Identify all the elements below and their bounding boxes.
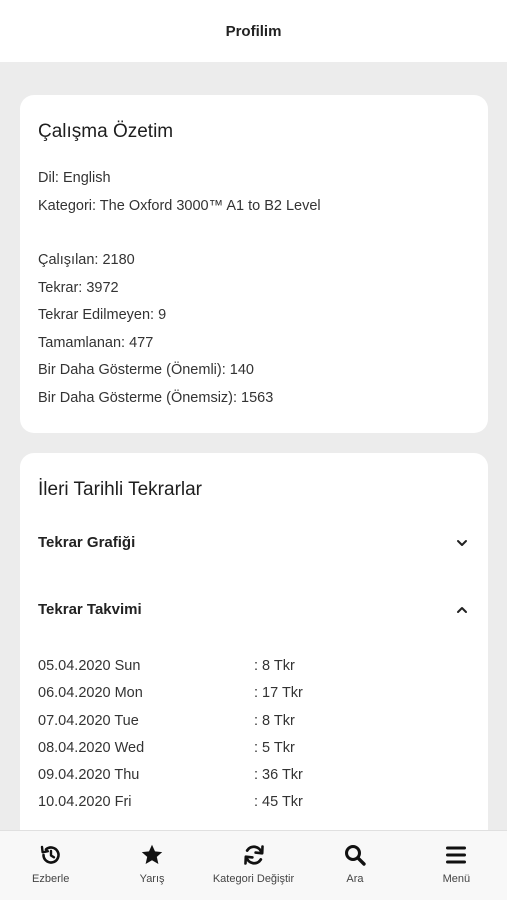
- review-calendar-toggle[interactable]: Tekrar Takvimi: [38, 576, 470, 643]
- tab-search[interactable]: Ara: [304, 831, 405, 900]
- tab-memorize[interactable]: Ezberle: [0, 831, 101, 900]
- search-icon: [344, 845, 366, 866]
- review-graph-toggle[interactable]: Tekrar Grafiği: [38, 509, 470, 576]
- studied-count: Çalışılan: 2180: [38, 252, 135, 268]
- hamburger-menu-icon: [446, 846, 467, 864]
- completed-count: Tamamlanan: 477: [38, 334, 154, 351]
- schedule-row: 10.04.2020 Fri : 45 Tkr: [38, 789, 470, 816]
- schedule-date: 06.04.2020 Mon: [38, 685, 143, 702]
- not-repeated-count: Tekrar Edilmeyen: 9: [38, 307, 167, 323]
- tab-race[interactable]: Yarış: [101, 831, 202, 900]
- language-text: Dil: English: [38, 170, 111, 186]
- schedule-row: 06.04.2020 Mon : 17 Tkr: [38, 680, 470, 707]
- schedule-row: 08.04.2020 Wed : 5 Tkr: [38, 735, 470, 762]
- schedule-count: : 5 Tkr: [254, 739, 295, 756]
- hide-important-count: Bir Daha Gösterme (Önemli): 140: [38, 362, 254, 378]
- schedule-row: 09.04.2020 Thu : 36 Tkr: [38, 762, 470, 789]
- tab-race-label: Yarış: [139, 873, 165, 885]
- history-icon: [40, 845, 60, 864]
- future-reviews-title: İleri Tarihli Tekrarlar: [38, 479, 203, 500]
- schedule-count: : 17 Tkr: [254, 685, 303, 702]
- review-schedule-list: 05.04.2020 Sun : 8 Tkr 06.04.2020 Mon : …: [38, 653, 470, 817]
- future-reviews-card: İleri Tarihli Tekrarlar Tekrar Grafiği T…: [20, 453, 488, 830]
- tab-menu[interactable]: Menü: [406, 831, 507, 900]
- schedule-date: 07.04.2020 Tue: [38, 712, 139, 729]
- review-calendar-label: Tekrar Takvimi: [38, 601, 142, 618]
- tab-change-category-label: Kategori Değiştir: [212, 873, 295, 885]
- schedule-count: : 8 Tkr: [254, 658, 295, 674]
- chevron-up-icon: [457, 606, 467, 613]
- tab-memorize-label: Ezberle: [32, 873, 70, 885]
- study-summary-card: Çalışma Özetim Dil: English Kategori: Th…: [20, 95, 488, 433]
- schedule-row: 05.04.2020 Sun : 8 Tkr: [38, 653, 470, 680]
- star-icon: [141, 844, 163, 864]
- refresh-icon: [243, 845, 264, 865]
- schedule-date: 05.04.2020 Sun: [38, 658, 141, 674]
- repeat-count: Tekrar: 3972: [38, 279, 119, 296]
- chevron-down-icon: [457, 539, 467, 546]
- page-title: Profilim: [225, 22, 282, 40]
- app-header: Profilim: [0, 0, 507, 62]
- summary-title: Çalışma Özetim: [38, 121, 174, 142]
- profile-content[interactable]: Çalışma Özetim Dil: English Kategori: Th…: [0, 62, 507, 830]
- tab-search-label: Ara: [346, 873, 364, 885]
- schedule-count: : 45 Tkr: [254, 794, 303, 811]
- schedule-date: 10.04.2020 Fri: [38, 794, 132, 811]
- bottom-tab-bar: Ezberle Yarış Kategori Değiştir Ara Menü: [0, 830, 507, 900]
- schedule-date: 09.04.2020 Thu: [38, 767, 140, 784]
- tab-change-category[interactable]: Kategori Değiştir: [203, 831, 304, 900]
- schedule-date: 08.04.2020 Wed: [38, 739, 145, 756]
- review-graph-label: Tekrar Grafiği: [38, 534, 136, 551]
- schedule-count: : 36 Tkr: [254, 767, 303, 784]
- tab-menu-label: Menü: [442, 873, 471, 885]
- hide-unimportant-count: Bir Daha Gösterme (Önemsiz): 1563: [38, 389, 274, 406]
- schedule-count: : 8 Tkr: [254, 712, 295, 729]
- category-text: Kategori: The Oxford 3000™ A1 to B2 Leve…: [38, 197, 321, 214]
- schedule-row: 07.04.2020 Tue : 8 Tkr: [38, 708, 470, 735]
